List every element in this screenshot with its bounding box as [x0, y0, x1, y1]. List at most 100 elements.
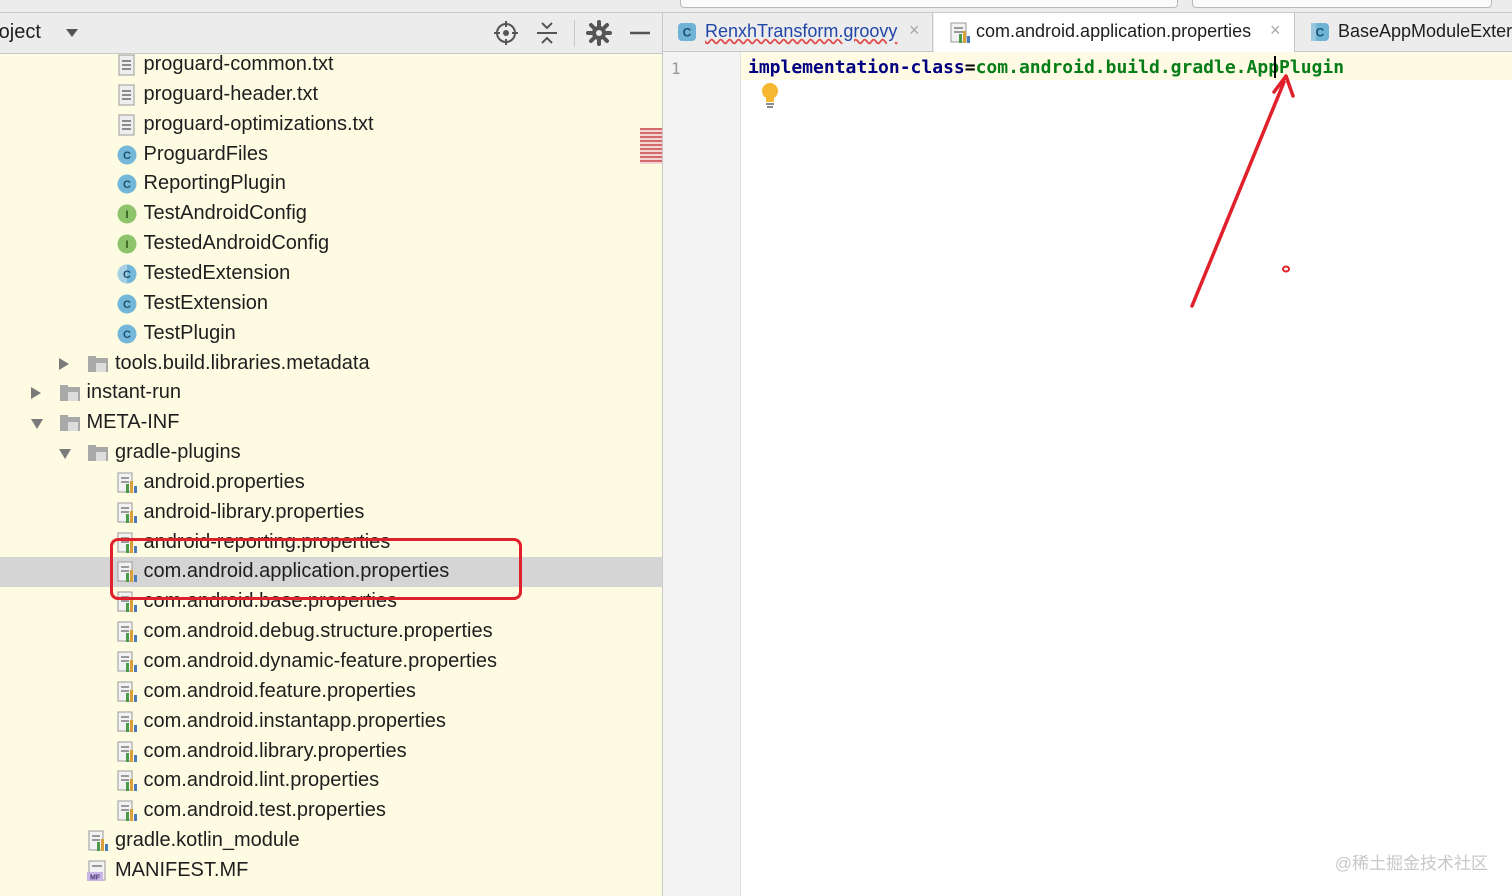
tab-label: BaseAppModuleExter — [1338, 21, 1512, 41]
tab-base-app-module-extension[interactable]: C BaseAppModuleExter — [1296, 13, 1512, 51]
tab-label: com.android.application.properties — [976, 21, 1252, 41]
tree-item[interactable]: com.android.library.properties — [0, 737, 662, 767]
properties-file-icon — [117, 741, 137, 762]
tree-item[interactable]: com.android.feature.properties — [0, 677, 662, 707]
tree-item[interactable]: META-INF — [0, 408, 662, 438]
svg-text:I: I — [125, 209, 128, 221]
tree-item[interactable]: C ReportingPlugin — [0, 169, 662, 199]
tree-item[interactable]: proguard-common.txt — [0, 50, 662, 80]
tree-item-label: instant-run — [86, 381, 182, 404]
chevron-down-icon[interactable] — [66, 29, 78, 37]
tree-item[interactable]: tools.build.libraries.metadata — [0, 349, 662, 379]
chevron-right-icon[interactable] — [59, 357, 69, 370]
svg-text:C: C — [123, 179, 131, 191]
properties-file-icon — [950, 22, 970, 43]
svg-text:C: C — [683, 26, 692, 40]
lightbulb-icon[interactable] — [760, 82, 780, 108]
tree-item[interactable]: proguard-header.txt — [0, 80, 662, 110]
editor-tab-bar: C RenxhTransform.groovy × com.android.ap… — [663, 13, 1512, 52]
tree-item-label: TestPlugin — [143, 321, 236, 344]
chevron-right-icon[interactable] — [30, 387, 41, 400]
property-value: com.android.build.gradle.AppPlugin — [975, 57, 1345, 78]
class-icon: C — [678, 23, 696, 41]
tree-item-label: android-library.properties — [143, 500, 365, 523]
close-icon[interactable]: × — [1270, 20, 1281, 41]
toolbar-field[interactable] — [680, 0, 1178, 8]
tree-item[interactable]: C TestedExtension — [0, 259, 662, 289]
class-icon: C — [117, 145, 136, 165]
svg-text:I: I — [125, 239, 128, 251]
tab-renxh-transform[interactable]: C RenxhTransform.groovy × — [663, 13, 933, 51]
properties-file-icon — [117, 800, 137, 822]
tree-item-label: MANIFEST.MF — [115, 858, 249, 881]
properties-file-icon — [117, 711, 137, 732]
tree-item[interactable]: C TestExtension — [0, 289, 662, 319]
tree-item-label: com.android.dynamic-feature.properties — [143, 650, 498, 672]
property-key: implementation-class — [748, 57, 965, 78]
tree-item[interactable]: com.android.test.properties — [0, 796, 662, 826]
tree-item[interactable]: gradle-plugins — [0, 438, 662, 468]
folder-icon — [88, 445, 108, 462]
class-icon: C — [117, 324, 136, 344]
svg-text:C: C — [123, 329, 131, 341]
gear-icon[interactable] — [585, 19, 613, 47]
tree-item[interactable]: android-library.properties — [0, 498, 662, 528]
collapse-all-icon[interactable] — [533, 19, 561, 47]
tree-item[interactable]: com.android.instantapp.properties — [0, 707, 662, 737]
tree-item-label: com.android.test.properties — [143, 799, 386, 822]
tree-item[interactable]: android.properties — [0, 468, 662, 498]
project-panel-title[interactable]: roject — [0, 21, 41, 44]
minimize-icon[interactable] — [626, 19, 654, 47]
tree-item[interactable]: I TestAndroidConfig — [0, 199, 662, 229]
tab-com-android-application-properties[interactable]: com.android.application.properties × — [934, 13, 1295, 52]
tree-item[interactable]: gradle.kotlin_module — [0, 826, 662, 856]
svg-text:C: C — [123, 269, 131, 281]
tree-item-label: TestedAndroidConfig — [143, 232, 330, 255]
toolbar-field[interactable] — [1192, 0, 1492, 8]
tree-item[interactable]: com.android.lint.properties — [0, 766, 662, 796]
close-icon[interactable]: × — [909, 20, 920, 41]
class-icon: C — [117, 294, 136, 314]
chevron-down-icon[interactable] — [30, 419, 43, 430]
top-toolbar-strip — [0, 0, 1512, 13]
tree-item[interactable]: com.android.debug.structure.properties — [0, 617, 662, 647]
tree-item-label: com.android.instantapp.properties — [143, 709, 446, 732]
svg-text:C: C — [1316, 26, 1325, 40]
properties-file-icon — [117, 502, 137, 523]
folder-icon — [59, 385, 80, 402]
tree-item-label: TestAndroidConfig — [143, 202, 307, 225]
tree-item-label: gradle.kotlin_module — [115, 829, 300, 852]
properties-file-icon — [117, 472, 137, 493]
tab-label: RenxhTransform.groovy — [705, 21, 898, 41]
tree-item[interactable]: I TestedAndroidConfig — [0, 229, 662, 259]
properties-file-icon — [117, 770, 137, 792]
tree-item-label: tools.build.libraries.metadata — [115, 351, 370, 374]
tree-item-label: com.android.debug.structure.properties — [143, 620, 493, 643]
abstract-class-icon: C — [1311, 23, 1329, 41]
locate-icon[interactable] — [492, 19, 520, 47]
tree-item-label: proguard-header.txt — [143, 82, 319, 105]
scrollbar-error-marker[interactable] — [640, 128, 662, 164]
text-file-icon — [118, 54, 134, 76]
tree-item-label: TestExtension — [143, 291, 269, 314]
tree-item-label: ProguardFiles — [143, 142, 269, 165]
tree-item-label: com.android.library.properties — [143, 739, 407, 762]
tree-item-label: TestedExtension — [143, 261, 291, 284]
tree-item[interactable]: MF MANIFEST.MF — [0, 856, 662, 886]
text-caret — [1274, 56, 1276, 78]
tree-item-label: proguard-optimizations.txt — [143, 112, 374, 135]
tree-item-label: android.properties — [143, 470, 305, 493]
tree-item[interactable]: com.android.dynamic-feature.properties — [0, 647, 662, 677]
toolbar-separator — [574, 20, 575, 47]
code-line[interactable]: implementation-class=com.android.build.g… — [748, 57, 1344, 78]
tree-item[interactable]: C ProguardFiles — [0, 140, 662, 170]
text-file-icon — [118, 84, 134, 106]
tree-item-label: gradle-plugins — [115, 441, 241, 464]
tree-item[interactable]: instant-run — [0, 378, 662, 408]
interface-icon: I — [117, 204, 136, 224]
line-number-gutter: 1 — [663, 52, 741, 896]
chevron-down-icon[interactable] — [59, 449, 71, 460]
tree-item[interactable]: C TestPlugin — [0, 319, 662, 349]
tree-item[interactable]: proguard-optimizations.txt — [0, 110, 662, 140]
abstract-class-icon: C — [117, 264, 136, 284]
